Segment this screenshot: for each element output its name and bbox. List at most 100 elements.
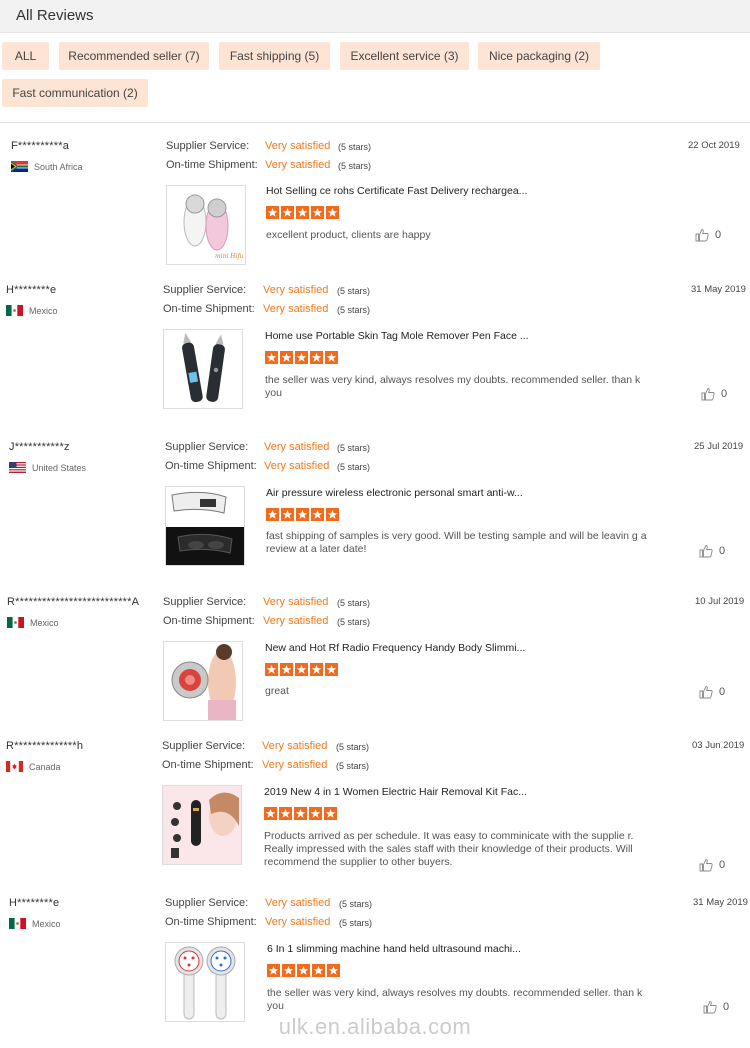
star-icon — [324, 807, 337, 820]
star-icon — [265, 663, 278, 676]
like-button[interactable]: 0 — [703, 1000, 729, 1014]
product-rating — [267, 964, 340, 977]
ontime-shipment-value: Very satisfied — [264, 460, 330, 472]
star-icon — [265, 351, 278, 364]
star-icon — [281, 206, 294, 219]
thumbs-up-icon — [699, 686, 713, 699]
ontime-shipment-value: Very satisfied — [263, 303, 329, 315]
reviewer-country: Mexico — [7, 617, 59, 628]
reviewer-name: J***********z — [9, 441, 70, 453]
reviewer-country: United States — [9, 462, 86, 473]
supplier-service-value: Very satisfied — [263, 596, 329, 608]
product-thumbnail[interactable]: mini Hifu — [166, 185, 246, 265]
reviewer-country: Mexico — [6, 305, 58, 316]
star-icon — [267, 964, 280, 977]
divider — [0, 122, 750, 123]
reviewer-name: R**************h — [6, 740, 84, 752]
star-icon — [264, 807, 277, 820]
review-comment: excellent product, clients are happy — [266, 229, 431, 241]
product-title[interactable]: Home use Portable Skin Tag Mole Remover … — [265, 330, 529, 342]
product-thumbnail[interactable] — [163, 641, 243, 721]
star-icon — [282, 964, 295, 977]
star-icon — [310, 351, 323, 364]
filter-all-button[interactable]: ALL — [2, 42, 49, 70]
mexico-flag-icon — [7, 617, 24, 628]
thumbs-up-icon — [701, 388, 715, 401]
country-label: Mexico — [32, 918, 61, 929]
country-label: Mexico — [29, 305, 58, 316]
product-rating — [266, 206, 339, 219]
star-icon — [325, 663, 338, 676]
supplier-service-value: Very satisfied — [263, 284, 329, 296]
review-date: 31 May 2019 — [693, 897, 748, 908]
star-icon — [280, 351, 293, 364]
country-label: Mexico — [30, 617, 59, 628]
supplier-service-label: Supplier Service: — [163, 596, 247, 608]
review-comment: great — [265, 685, 289, 697]
supplier-service-stars: (5 stars) — [339, 899, 373, 909]
product-thumbnail[interactable] — [163, 329, 243, 409]
ontime-shipment-stars: (5 stars) — [337, 305, 371, 315]
review-date: 10 Jul 2019 — [695, 596, 745, 607]
ontime-shipment-stars: (5 stars) — [336, 761, 370, 771]
like-button[interactable]: 0 — [699, 858, 725, 872]
like-count: 0 — [721, 388, 728, 400]
product-thumbnail[interactable] — [165, 486, 245, 566]
filter-recommended-seller-button[interactable]: Recommended seller (7) — [59, 42, 209, 70]
supplier-service-stars: (5 stars) — [337, 598, 371, 608]
star-icon — [297, 964, 310, 977]
star-icon — [294, 807, 307, 820]
like-button[interactable]: 0 — [701, 387, 727, 401]
like-button[interactable]: 0 — [699, 544, 725, 558]
supplier-service-label: Supplier Service: — [165, 897, 249, 909]
reviewer-country: Mexico — [9, 918, 61, 929]
product-rating — [266, 508, 339, 521]
ontime-shipment-value: Very satisfied — [262, 759, 328, 771]
star-icon — [280, 663, 293, 676]
product-title[interactable]: New and Hot Rf Radio Frequency Handy Bod… — [265, 642, 525, 654]
star-icon — [326, 206, 339, 219]
reviewer-country: Canada — [6, 761, 61, 772]
star-icon — [295, 663, 308, 676]
product-rating — [265, 663, 338, 676]
product-title[interactable]: Hot Selling ce rohs Certificate Fast Del… — [266, 185, 527, 197]
filter-nice-packaging-button[interactable]: Nice packaging (2) — [478, 42, 600, 70]
filter-fast-communication-button[interactable]: Fast communication (2) — [2, 79, 148, 107]
star-icon — [311, 206, 324, 219]
reviewer-name: H********e — [6, 284, 57, 296]
filter-excellent-service-button[interactable]: Excellent service (3) — [340, 42, 469, 70]
ontime-shipment-stars: (5 stars) — [337, 617, 371, 627]
ontime-shipment-stars: (5 stars) — [337, 462, 371, 472]
product-title[interactable]: 6 In 1 slimming machine hand held ultras… — [267, 943, 521, 955]
ontime-shipment-label: On-time Shipment: — [163, 303, 255, 315]
star-icon — [279, 807, 292, 820]
ontime-shipment-label: On-time Shipment: — [165, 460, 257, 472]
review-date: 25 Jul 2019 — [694, 441, 744, 452]
star-icon — [296, 508, 309, 521]
supplier-service-value: Very satisfied — [264, 441, 330, 453]
like-button[interactable]: 0 — [699, 685, 725, 699]
like-count: 0 — [719, 859, 726, 871]
supplier-service-stars: (5 stars) — [336, 742, 370, 752]
supplier-service-stars: (5 stars) — [337, 443, 371, 453]
united-states-flag-icon — [9, 462, 26, 473]
like-count: 0 — [723, 1001, 730, 1013]
ontime-shipment-stars: (5 stars) — [339, 918, 373, 928]
supplier-service-label: Supplier Service: — [162, 740, 246, 752]
product-thumbnail[interactable] — [165, 942, 245, 1022]
product-title[interactable]: Air pressure wireless electronic persona… — [266, 487, 523, 499]
supplier-service-label: Supplier Service: — [166, 140, 250, 152]
supplier-service-stars: (5 stars) — [337, 286, 371, 296]
product-title[interactable]: 2019 New 4 in 1 Women Electric Hair Remo… — [264, 786, 527, 798]
thumbs-up-icon — [699, 859, 713, 872]
star-icon — [266, 508, 279, 521]
site-watermark: ulk.en.alibaba.com — [278, 1014, 472, 1039]
page-title: All Reviews — [16, 7, 94, 24]
review-date: 22 Oct 2019 — [688, 140, 740, 151]
filter-fast-shipping-button[interactable]: Fast shipping (5) — [219, 42, 330, 70]
country-label: South Africa — [34, 161, 83, 172]
reviews-header: All Reviews — [0, 0, 750, 33]
like-button[interactable]: 0 — [695, 228, 721, 242]
product-thumbnail[interactable] — [162, 785, 242, 865]
star-icon — [311, 508, 324, 521]
